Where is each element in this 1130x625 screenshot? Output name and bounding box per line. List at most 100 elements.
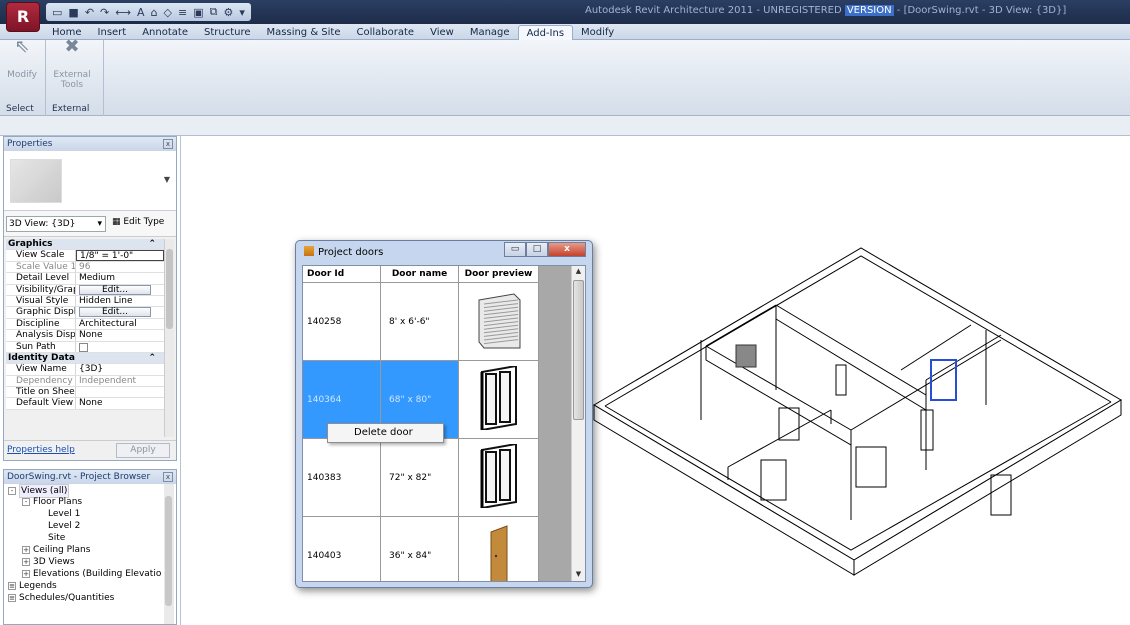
property-value[interactable]: Edit... <box>76 284 164 295</box>
browser-node[interactable]: + Ceiling Plans <box>4 544 164 556</box>
close-windows-icon[interactable]: ▣ <box>193 6 203 19</box>
expand-icon[interactable]: + <box>22 569 30 578</box>
property-value[interactable]: None <box>76 330 164 340</box>
property-name: View Scale <box>6 250 76 261</box>
table-icon: ≡ <box>8 593 16 602</box>
properties-help-link[interactable]: Properties help <box>7 445 75 455</box>
section-icon[interactable]: ◇ <box>164 6 172 19</box>
browser-node-label: Level 2 <box>48 521 81 531</box>
property-value[interactable] <box>76 342 164 352</box>
browser-node[interactable]: +3D Views <box>4 556 164 568</box>
door-preview-cell[interactable] <box>459 439 539 516</box>
door-preview-cell[interactable] <box>459 361 539 438</box>
settings-icon[interactable]: ⚙ <box>224 6 234 19</box>
header-door-preview[interactable]: Door preview <box>459 266 539 282</box>
header-door-name[interactable]: Door name <box>381 266 459 282</box>
tab-structure[interactable]: Structure <box>196 25 259 40</box>
property-section[interactable]: Identity Data ⌃ <box>6 352 164 365</box>
door-preview-cell[interactable] <box>459 283 539 360</box>
sun-path-checkbox[interactable] <box>79 342 88 352</box>
property-section[interactable]: Graphics ⌃ <box>6 239 164 251</box>
tab-view[interactable]: View <box>422 25 462 40</box>
tab-manage[interactable]: Manage <box>462 25 518 40</box>
property-row: Dependency Independent <box>6 375 164 388</box>
text-icon[interactable]: A <box>137 6 145 19</box>
edit-button[interactable]: Edit... <box>79 307 151 318</box>
door-id-cell[interactable]: 140403 <box>303 517 381 581</box>
collapse-icon[interactable]: - <box>22 497 30 506</box>
browser-node[interactable]: Level 2 <box>4 520 164 532</box>
customize-qat-icon[interactable]: ▾ <box>239 6 245 19</box>
door-id-cell[interactable]: 140258 <box>303 283 381 360</box>
grid-empty-area <box>539 266 573 581</box>
property-value[interactable]: 1/8" = 1'-0" <box>76 250 164 261</box>
browser-node[interactable]: Level 1 <box>4 508 164 520</box>
tab-massing-site[interactable]: Massing & Site <box>259 25 349 40</box>
edit-button[interactable]: Edit... <box>79 284 151 295</box>
type-selector-dropdown[interactable]: 3D View: {3D} <box>6 216 106 232</box>
delete-door-menu-item[interactable]: Delete door <box>354 427 413 438</box>
browser-scrollbar[interactable] <box>164 484 174 624</box>
measure-icon[interactable]: ⟷ <box>115 6 131 19</box>
property-value[interactable]: {3D} <box>76 364 164 374</box>
redo-icon[interactable]: ↷ <box>100 6 109 19</box>
apply-button[interactable]: Apply <box>116 443 170 458</box>
property-value[interactable]: Edit... <box>76 307 164 318</box>
browser-node-label: 3D Views <box>33 557 75 567</box>
properties-scrollbar[interactable] <box>164 239 174 437</box>
type-preview[interactable]: ▼ <box>4 151 176 211</box>
close-icon[interactable]: x <box>163 472 173 482</box>
scroll-down-icon[interactable]: ▼ <box>573 570 584 581</box>
thin-lines-icon[interactable]: ≡ <box>178 6 187 19</box>
tab-annotate[interactable]: Annotate <box>134 25 196 40</box>
door-preview-cell[interactable] <box>459 517 539 581</box>
collapse-icon[interactable]: ⌃ <box>76 239 164 249</box>
property-row: Scale Value 1: 96 <box>6 261 164 274</box>
switch-windows-icon[interactable]: ⧉ <box>210 5 218 19</box>
collapse-icon[interactable]: - <box>8 486 16 495</box>
maximize-button[interactable]: □ <box>526 242 548 257</box>
save-icon[interactable]: ■ <box>68 6 78 19</box>
property-value: 96 <box>79 261 91 272</box>
browser-node[interactable]: ≡ Schedules/Quantities <box>4 592 164 604</box>
browser-node[interactable]: - Floor Plans <box>4 496 164 508</box>
door-name-cell[interactable]: 8' x 6'-6" <box>381 283 459 360</box>
open-icon[interactable]: ▭ <box>52 6 62 19</box>
header-door-id[interactable]: Door Id <box>303 266 381 282</box>
edit-type-button[interactable]: ▦ Edit Type <box>112 217 164 227</box>
door-name-cell[interactable]: 36" x 84" <box>381 517 459 581</box>
tab-insert[interactable]: Insert <box>90 25 135 40</box>
browser-node[interactable]: Site <box>4 532 164 544</box>
browser-node[interactable]: - Views (all) <box>4 484 164 498</box>
grid-scrollbar[interactable]: ▲ ▼ <box>571 266 585 581</box>
scroll-thumb[interactable] <box>573 280 584 420</box>
view-3d-icon[interactable]: ⌂ <box>151 6 158 19</box>
external-tools-button[interactable]: ✖ External Tools <box>52 38 92 91</box>
scroll-up-icon[interactable]: ▲ <box>573 267 584 279</box>
browser-node[interactable]: ≡ Legends <box>4 580 164 592</box>
close-icon[interactable]: x <box>163 139 173 149</box>
title-bar: R ▭ ■ ↶ ↷ ⟷ A ⌂ ◇ ≡ ▣ ⧉ ⚙ ▾ Autodesk Rev… <box>0 0 1130 32</box>
door-name-cell[interactable]: 72" x 82" <box>381 439 459 516</box>
minimize-button[interactable]: ▭ <box>504 242 526 257</box>
undo-icon[interactable]: ↶ <box>85 6 94 19</box>
tab-collaborate[interactable]: Collaborate <box>349 25 423 40</box>
expand-icon[interactable]: + <box>22 557 30 566</box>
browser-node[interactable]: + Elevations (Building Elevatio <box>4 568 164 580</box>
property-value[interactable]: None <box>76 398 164 408</box>
property-value[interactable] <box>76 387 164 397</box>
property-name: Graphic Displ... <box>6 307 76 318</box>
expand-icon[interactable]: + <box>22 545 30 554</box>
close-button[interactable]: x <box>548 242 586 257</box>
door-id-cell[interactable]: 140383 <box>303 439 381 516</box>
modify-button[interactable]: ⇖ Modify <box>2 38 42 81</box>
tab-add-ins[interactable]: Add-Ins <box>517 25 574 40</box>
property-value[interactable]: Architectural <box>76 319 164 329</box>
property-value[interactable]: Medium <box>76 273 164 283</box>
application-menu-button[interactable]: R <box>6 2 40 32</box>
tab-modify[interactable]: Modify <box>573 25 622 40</box>
collapse-icon[interactable]: ⌃ <box>76 353 164 363</box>
chevron-down-icon[interactable]: ▼ <box>164 175 170 184</box>
property-value[interactable]: Hidden Line <box>76 296 164 306</box>
browser-node-label: Legends <box>19 581 57 591</box>
